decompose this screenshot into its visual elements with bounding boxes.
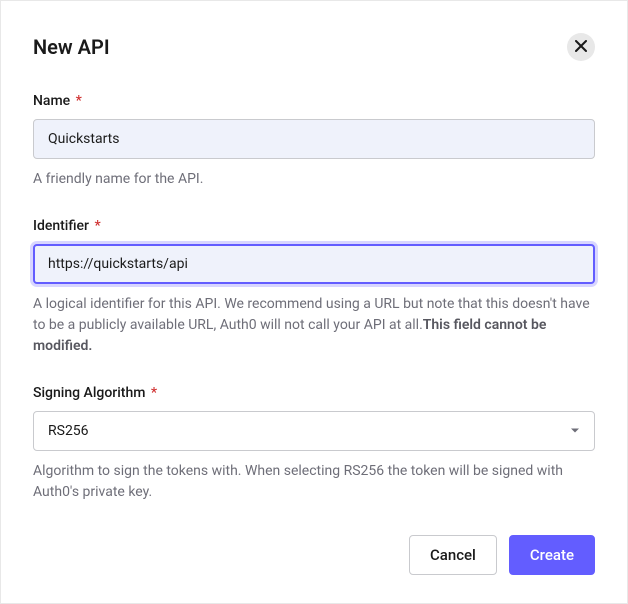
- dialog-footer: Cancel Create: [33, 535, 595, 575]
- name-label-text: Name: [33, 93, 70, 109]
- create-button[interactable]: Create: [509, 535, 595, 575]
- signing-algorithm-field-group: Signing Algorithm * RS256 Algorithm to s…: [33, 385, 595, 503]
- close-icon: [575, 40, 587, 55]
- signing-algorithm-help-text: Algorithm to sign the tokens with. When …: [33, 461, 595, 503]
- identifier-label: Identifier *: [33, 218, 595, 234]
- name-input[interactable]: [33, 119, 595, 159]
- new-api-dialog: New API Name * A friendly name for the A…: [0, 0, 628, 604]
- identifier-label-text: Identifier: [33, 218, 89, 234]
- name-help-text: A friendly name for the API.: [33, 169, 595, 190]
- signing-algorithm-label: Signing Algorithm *: [33, 385, 595, 401]
- identifier-input[interactable]: [33, 244, 595, 284]
- signing-algorithm-select[interactable]: RS256: [33, 411, 595, 451]
- signing-algorithm-select-wrapper: RS256: [33, 411, 595, 451]
- dialog-header: New API: [33, 33, 595, 61]
- dialog-title: New API: [33, 35, 110, 59]
- name-field-group: Name * A friendly name for the API.: [33, 93, 595, 190]
- identifier-field-group: Identifier * A logical identifier for th…: [33, 218, 595, 357]
- cancel-button[interactable]: Cancel: [409, 535, 497, 575]
- required-asterisk: *: [151, 385, 157, 401]
- close-button[interactable]: [567, 33, 595, 61]
- required-asterisk: *: [95, 218, 101, 234]
- name-label: Name *: [33, 93, 595, 109]
- required-asterisk: *: [76, 93, 82, 109]
- identifier-help-text: A logical identifier for this API. We re…: [33, 294, 595, 357]
- signing-algorithm-label-text: Signing Algorithm: [33, 385, 145, 401]
